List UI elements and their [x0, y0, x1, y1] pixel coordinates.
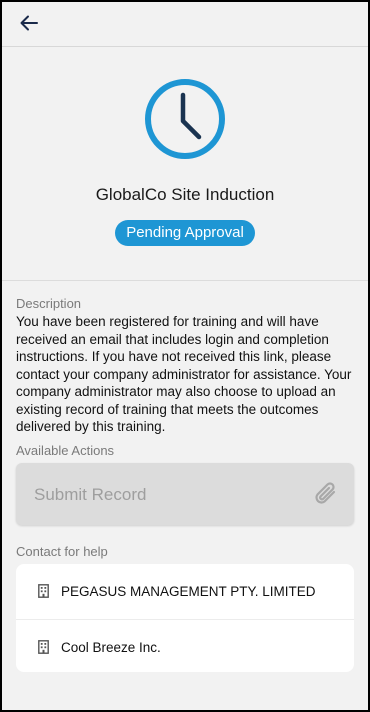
- contact-help-label: Contact for help: [16, 544, 108, 559]
- top-bar: [2, 2, 368, 47]
- building-icon: [38, 640, 49, 654]
- training-title: GlobalCo Site Induction: [95, 185, 275, 204]
- description-text: You have been registered for training an…: [16, 314, 352, 434]
- submit-record-label: Submit Record: [34, 485, 147, 504]
- available-actions-label: Available Actions: [16, 443, 115, 458]
- app-screen: GlobalCo Site Induction Pending Approval…: [0, 0, 370, 712]
- contact-item-cool-breeze[interactable]: Cool Breeze Inc.: [16, 620, 354, 674]
- building-icon: [38, 584, 49, 598]
- contact-item-pegasus[interactable]: PEGASUS MANAGEMENT PTY. LIMITED: [16, 564, 354, 618]
- section-divider: [2, 280, 368, 281]
- clock-icon: [145, 79, 225, 159]
- back-button[interactable]: [16, 10, 42, 36]
- description-label: Description: [16, 296, 82, 311]
- contact-name: PEGASUS MANAGEMENT PTY. LIMITED: [61, 584, 316, 599]
- training-header: GlobalCo Site Induction Pending Approval: [2, 47, 368, 280]
- submit-record-button[interactable]: Submit Record: [16, 463, 354, 525]
- arrow-left-icon: [20, 15, 38, 31]
- contact-list: PEGASUS MANAGEMENT PTY. LIMITED Cool Bre…: [16, 564, 354, 672]
- paperclip-icon: [315, 482, 336, 504]
- contact-name: Cool Breeze Inc.: [61, 640, 161, 655]
- status-badge: Pending Approval: [115, 220, 255, 246]
